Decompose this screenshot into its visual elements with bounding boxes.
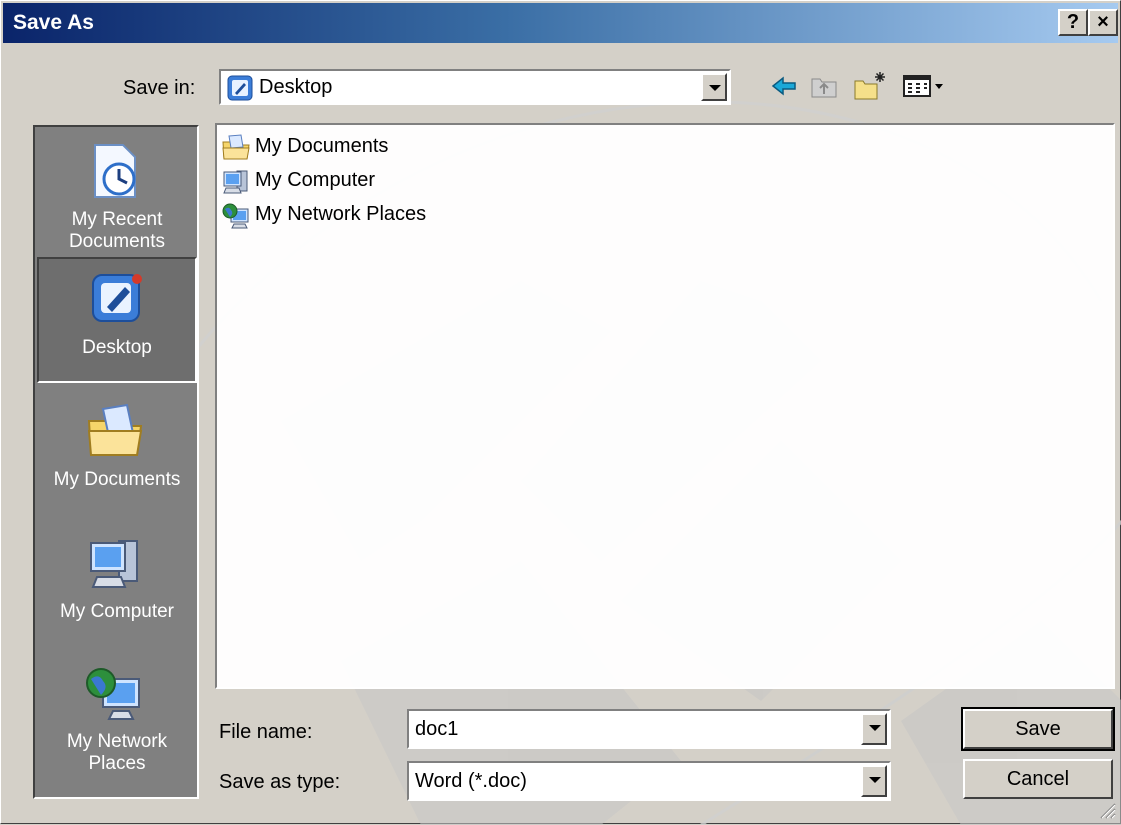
file-name-value: doc1 [415,718,459,740]
place-label: My Network Places [66,731,168,774]
window-title: Save As [13,11,94,34]
file-name: My Network Places [255,203,427,225]
file-name: My Documents [255,135,389,157]
my-computer-icon [90,540,138,588]
my-computer-icon [223,170,248,194]
network-places-icon [222,203,249,229]
save-as-type-dropdown-arrow[interactable] [861,765,887,797]
help-button[interactable]: ? [1058,9,1088,36]
file-name-dropdown-arrow[interactable] [861,713,887,745]
save-in-value: Desktop [259,76,333,98]
places-bar: My Recent Documents Desktop My Documents [33,125,199,799]
save-as-dialog: Save As ? × Save in: Desktop My Recent D… [0,0,1121,825]
place-my-network-places[interactable]: My Network Places [37,653,197,779]
place-my-recent-documents[interactable]: My Recent Documents [37,131,197,257]
close-button[interactable]: × [1088,9,1118,36]
place-label: My Computer [59,601,175,622]
recent-documents-icon [94,144,136,198]
resize-grip-icon[interactable] [1098,801,1116,819]
save-in-label: Save in: [123,77,196,99]
file-list[interactable]: My Documents My Computer My Network Plac… [215,123,1115,689]
desktop-icon [92,274,142,322]
file-name-input[interactable]: doc1 [407,709,891,749]
desktop-icon [227,75,253,101]
place-label: My Recent Documents [68,209,166,252]
back-icon[interactable] [767,69,801,103]
file-name: My Computer [255,169,376,191]
place-label: Desktop [82,337,152,358]
save-as-type-label: Save as type: [219,771,341,793]
save-in-dropdown-arrow[interactable] [701,73,727,101]
save-button[interactable]: Save [961,707,1115,751]
place-label: My Documents [53,469,181,490]
new-folder-icon[interactable] [851,69,889,103]
views-menu-icon[interactable] [899,69,949,103]
place-desktop[interactable]: Desktop [37,257,197,383]
place-my-computer[interactable]: My Computer [37,523,197,649]
up-folder-icon[interactable] [807,69,841,103]
my-documents-icon [222,134,250,160]
network-places-icon [86,668,140,720]
save-as-type-dropdown[interactable]: Word (*.doc) [407,761,891,801]
title-bar[interactable]: Save As ? × [3,3,1118,43]
my-documents-icon [87,403,143,456]
file-name-label: File name: [219,721,313,743]
cancel-button[interactable]: Cancel [963,759,1113,799]
save-as-type-value: Word (*.doc) [415,770,527,792]
place-my-documents[interactable]: My Documents [37,391,197,517]
save-in-dropdown[interactable]: Desktop [219,69,731,105]
